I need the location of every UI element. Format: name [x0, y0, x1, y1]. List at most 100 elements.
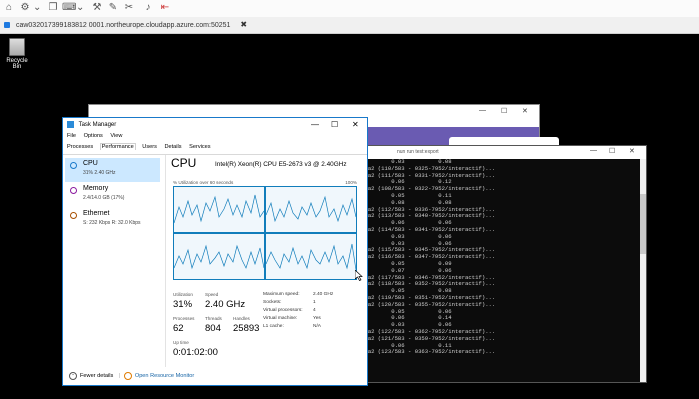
cpu-heading: CPU — [171, 156, 197, 170]
maximize-button[interactable]: ☐ — [501, 107, 507, 115]
mouse-cursor-icon — [355, 270, 363, 281]
wrench-icon[interactable]: ⚒ — [92, 2, 102, 14]
threads-label: Threads — [205, 316, 222, 321]
handles-label: Handles — [233, 316, 250, 321]
console-output: 0.03 0.08 eta2 (110/583 - 0325-7952/inte… — [361, 158, 496, 356]
gear-icon[interactable]: ⚙ — [20, 2, 30, 14]
processes-value: 62 — [173, 323, 184, 334]
console-scrollbar[interactable] — [640, 159, 646, 382]
handles-value: 25893 — [233, 323, 260, 334]
spec-key: Sockets: — [263, 300, 282, 305]
close-button[interactable]: ✕ — [522, 107, 528, 115]
sidebar-item-label: Ethernet — [83, 210, 110, 217]
menu-bar: File Options View — [67, 133, 128, 139]
chevron-up-icon[interactable]: ⌃ — [69, 371, 77, 380]
minimize-button[interactable]: — — [311, 118, 319, 132]
utilization-value: 31% — [173, 299, 193, 310]
fewer-details-link[interactable]: Fewer details — [80, 373, 113, 379]
spec-value: 2.40 GHz — [313, 292, 334, 297]
recycle-bin[interactable]: Recycle Bin — [2, 38, 32, 70]
console-title: nun run test:export — [397, 149, 439, 155]
resource-monitor-icon — [123, 371, 132, 380]
menu-options[interactable]: Options — [84, 133, 103, 139]
spec-key: Virtual machine: — [263, 316, 298, 321]
recycle-bin-icon — [9, 38, 25, 56]
tab-services[interactable]: Services — [188, 144, 211, 150]
utilization-label: Utilization — [173, 292, 193, 297]
sidebar-item-sub: 31% 2.40 GHz — [83, 170, 116, 176]
maximize-button[interactable]: ☐ — [331, 118, 338, 132]
cpu-panel: CPU Intel(R) Xeon(R) CPU E5-2673 v3 @ 2.… — [171, 156, 361, 358]
speed-label: Speed — [205, 292, 219, 297]
processes-label: Processes — [173, 316, 195, 321]
sidebar-item-ethernet[interactable]: Ethernet S: 232 Kbps R: 32.0 Kbps — [65, 208, 160, 232]
sidebar-item-sub: S: 232 Kbps R: 32.0 Kbps — [83, 220, 141, 226]
ethernet-dot-icon — [70, 212, 77, 219]
spec-value: N/A — [313, 324, 321, 329]
divider — [165, 155, 166, 367]
cpu-graph-2 — [173, 233, 265, 280]
recycle-bin-label: Recycle Bin — [6, 58, 28, 70]
scroll-thumb[interactable] — [640, 194, 646, 254]
sidebar-item-label: Memory — [83, 185, 109, 192]
pen-icon[interactable]: ✎ — [108, 2, 118, 14]
spec-value: 4 — [313, 308, 316, 313]
remote-toolbar: ⌂ ⚙ ⌄ ❐ ⌨ ⌄ ⚒ ✎ ✂ ♪ ⇤ — [0, 0, 699, 18]
menu-view[interactable]: View — [110, 133, 122, 139]
maximize-button[interactable]: ☐ — [609, 147, 615, 155]
uptime-value: 0:01:02:00 — [173, 347, 218, 358]
utilization-caption: % Utilization over 60 seconds — [173, 180, 234, 185]
task-manager-window[interactable]: Task Manager — ☐ ✕ File Options View Pro… — [62, 117, 368, 386]
cpu-dot-icon — [70, 162, 77, 169]
menu-file[interactable]: File — [67, 133, 76, 139]
sidebar-item-sub: 2.4/14.0 GB (17%) — [83, 195, 125, 201]
tab-processes[interactable]: Processes — [66, 144, 94, 150]
tab-performance[interactable]: Performance — [99, 143, 136, 150]
task-manager-titlebar: Task Manager — ☐ ✕ — [63, 118, 367, 132]
minimize-button[interactable]: — — [479, 107, 486, 114]
tab-details[interactable]: Details — [163, 144, 182, 150]
spec-value: 1 — [313, 300, 316, 305]
window-title: Task Manager — [78, 122, 117, 128]
divider — [63, 154, 367, 155]
close-tab-icon[interactable]: ✖ — [240, 20, 247, 29]
browser-tab[interactable] — [449, 137, 559, 145]
cpu-graphs — [173, 186, 357, 280]
sidebar-item-cpu[interactable]: CPU 31% 2.40 GHz — [65, 158, 160, 182]
task-manager-footer: ⌃ Fewer details | Open Resource Monitor — [63, 368, 367, 385]
performance-sidebar: CPU 31% 2.40 GHz Memory 2.4/14.0 GB (17%… — [65, 156, 160, 356]
chevron-down-icon[interactable]: ⌄ — [33, 2, 41, 14]
spec-key: Maximum speed: — [263, 292, 300, 297]
console-window[interactable]: nun run test:export — ☐ ✕ 0.03 0.08 eta2… — [336, 145, 647, 383]
speed-value: 2.40 GHz — [205, 299, 246, 310]
close-button[interactable]: ✕ — [352, 118, 359, 132]
copy-icon[interactable]: ❐ — [48, 2, 58, 14]
minimize-button[interactable]: — — [590, 147, 597, 154]
chevron-down-icon[interactable]: ⌄ — [76, 2, 84, 14]
connection-tab[interactable]: caw032017399183812 0001.northeurope.clou… — [0, 17, 699, 34]
utilization-max: 100% — [345, 180, 357, 185]
cpu-model: Intel(R) Xeon(R) CPU E5-2673 v3 @ 2.40GH… — [215, 161, 347, 168]
cpu-graph-1 — [265, 186, 357, 233]
sidebar-item-label: CPU — [83, 160, 98, 167]
tab-bar: Processes Performance Users Details Serv… — [66, 143, 216, 153]
spec-key: L1 cache: — [263, 324, 284, 329]
cpu-graph-0 — [173, 186, 265, 233]
cpu-graph-3 — [265, 233, 357, 280]
separator: | — [118, 373, 121, 379]
task-manager-icon — [67, 120, 74, 128]
open-resource-monitor-link[interactable]: Open Resource Monitor — [135, 373, 194, 379]
speaker-icon[interactable]: ♪ — [143, 2, 153, 14]
connection-icon — [4, 22, 10, 29]
threads-value: 804 — [205, 323, 221, 334]
sidebar-item-memory[interactable]: Memory 2.4/14.0 GB (17%) — [65, 183, 160, 207]
tab-users[interactable]: Users — [141, 144, 158, 150]
spec-value: Yes — [313, 316, 321, 321]
close-button[interactable]: ✕ — [629, 147, 635, 155]
home-icon[interactable]: ⌂ — [4, 2, 14, 14]
uptime-label: Up time — [173, 340, 189, 345]
exit-icon[interactable]: ⇤ — [160, 2, 170, 14]
tools-icon[interactable]: ✂ — [124, 2, 134, 14]
keyboard-icon[interactable]: ⌨ — [62, 2, 76, 14]
spec-key: Virtual processors: — [263, 308, 303, 313]
